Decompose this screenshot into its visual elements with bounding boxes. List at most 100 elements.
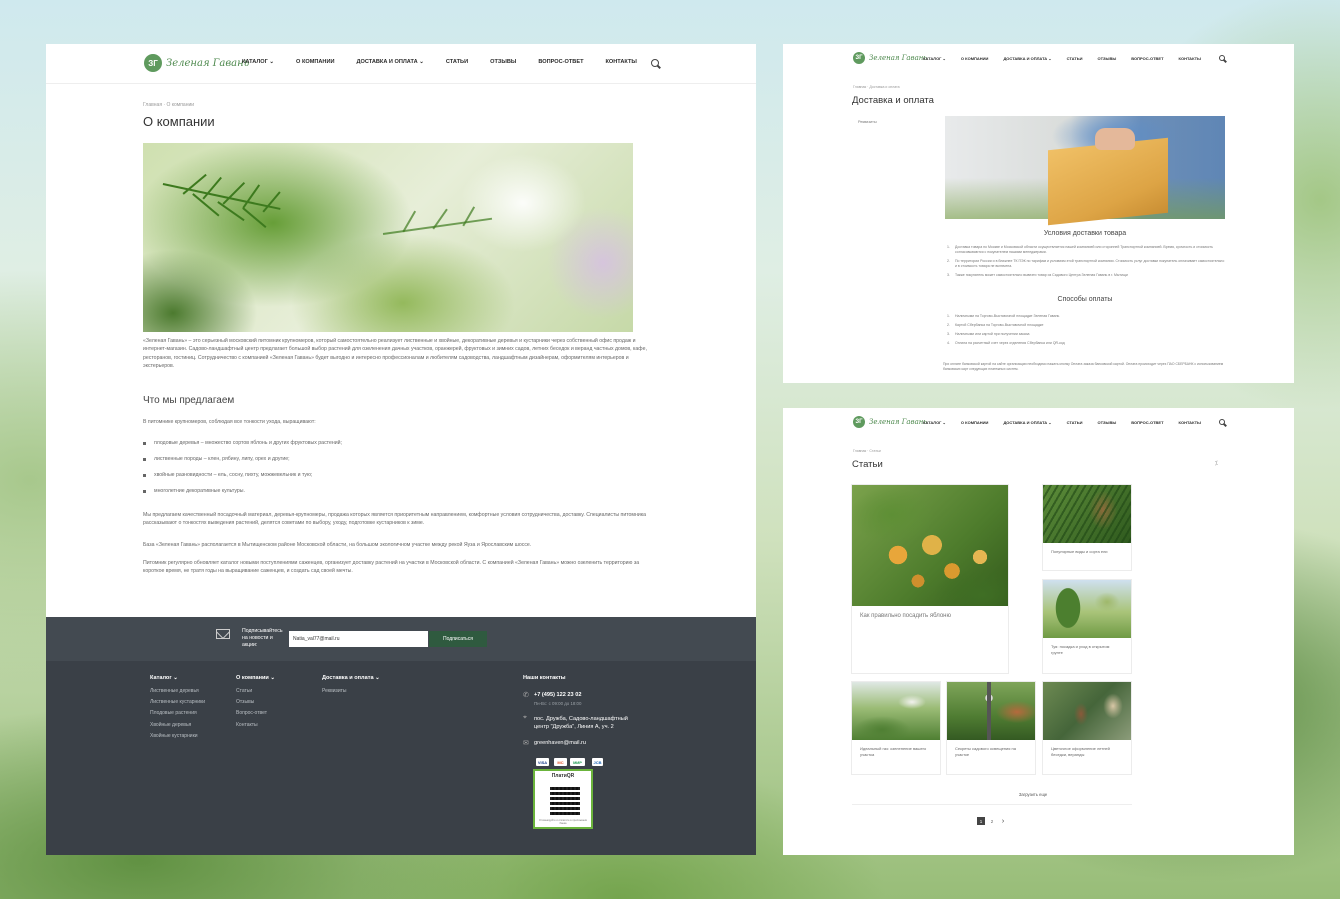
nav-catalog[interactable]: Каталог ⌄: [242, 59, 274, 65]
contact-phone[interactable]: +7 (495) 122 23 02: [534, 692, 581, 698]
nav-faq[interactable]: Вопрос-ответ: [1131, 420, 1163, 425]
hero-image-conifer: [143, 143, 633, 332]
site-footer: Каталог ⌄ Лиственные деревья Лиственные …: [46, 661, 756, 855]
pagination-page-2[interactable]: 2: [988, 817, 996, 825]
subscribe-email-input[interactable]: [289, 631, 428, 647]
article-image-lawn: [852, 682, 940, 740]
nav-faq[interactable]: Вопрос-ответ: [1131, 56, 1163, 61]
article-card[interactable]: Популярные виды и сорта ели: [1043, 485, 1131, 570]
logo-mark-icon: ЗГ: [853, 52, 865, 64]
breadcrumb[interactable]: Главная · Статьи: [853, 449, 881, 453]
footer-col-title[interactable]: О компании ⌄: [236, 675, 275, 681]
nav-reviews[interactable]: Отзывы: [1097, 56, 1116, 61]
nav-reviews[interactable]: Отзывы: [1097, 420, 1116, 425]
nav-about[interactable]: О компании: [961, 420, 989, 425]
contacts-title: Наши контакты: [523, 675, 566, 681]
article-image-gazebo: [1043, 682, 1131, 740]
rss-icon[interactable]: ⁒: [1215, 460, 1218, 467]
offer-lead: В питомнике крупномеров, соблюдая все то…: [143, 419, 316, 425]
search-icon[interactable]: [1219, 55, 1225, 61]
qr-code: ПлатиQR Отсканируйте и оплатите в прилож…: [533, 769, 593, 829]
footer-link[interactable]: Хвойные кустарники: [150, 733, 205, 744]
nav-about[interactable]: О компании: [961, 56, 989, 61]
subscribe-button[interactable]: Подписаться: [429, 631, 487, 647]
nav-about[interactable]: О компании: [296, 59, 334, 65]
footer-col-delivery: Доставка и оплата ⌄ Реквизиты: [322, 675, 380, 699]
qr-note: Отсканируйте и оплатите в приложении бан…: [538, 819, 588, 825]
payment-list: Наличными на Торгово-Выставочной площадк…: [945, 314, 1225, 350]
sidebar-item-requisites[interactable]: Реквизиты: [858, 120, 877, 124]
nav-catalog[interactable]: Каталог ⌄: [923, 420, 946, 425]
nav-faq[interactable]: Вопрос-ответ: [538, 59, 583, 65]
payment-note: При оплате банковской картой на сайте ор…: [943, 362, 1224, 371]
footer-link[interactable]: Отзывы: [236, 699, 275, 710]
footer-col-title[interactable]: Доставка и оплата ⌄: [322, 675, 380, 681]
footer-col-title[interactable]: Каталог ⌄: [150, 675, 205, 681]
nav-articles[interactable]: Статьи: [446, 59, 468, 65]
load-more-button[interactable]: Загрузить еще: [933, 792, 1133, 797]
footer-link[interactable]: Реквизиты: [322, 688, 380, 699]
nav-catalog[interactable]: Каталог ⌄: [923, 56, 946, 61]
search-icon[interactable]: [1219, 419, 1225, 425]
articles-page-panel: ЗГ Зеленая Гавань Каталог ⌄ О компании Д…: [783, 408, 1294, 855]
footer-link[interactable]: Плодовые растения: [150, 710, 205, 721]
nav-contacts[interactable]: Контакты: [1179, 56, 1201, 61]
subscribe-bar: Подписывайтесь на новости и акции: Подпи…: [46, 617, 756, 661]
list-item: По территории России и в ближнее ТК ПЭК …: [945, 259, 1225, 269]
footer-link[interactable]: Контакты: [236, 722, 275, 733]
nav-articles[interactable]: Статьи: [1067, 420, 1083, 425]
article-card[interactable]: Цветочное оформление летней беседки, вер…: [1043, 682, 1131, 774]
article-card[interactable]: Секреты садового освещения на участке: [947, 682, 1035, 774]
nav-contacts[interactable]: Контакты: [606, 59, 637, 65]
logo[interactable]: ЗГ Зеленая Гавань: [144, 54, 249, 72]
footer-link[interactable]: Статьи: [236, 688, 275, 699]
list-item: Также покупатель может самостоятельно вы…: [945, 273, 1225, 278]
list-item: хвойные разновидности – ель, сосну, пихт…: [143, 472, 342, 488]
site-header: ЗГ Зеленая Гавань Каталог ⌄ О компании Д…: [783, 408, 1294, 436]
pagination-page-1[interactable]: 1: [977, 817, 985, 825]
subscribe-label: Подписывайтесь на новости и акции:: [242, 628, 283, 648]
breadcrumb[interactable]: Главная · О компании: [143, 102, 194, 108]
nav-articles[interactable]: Статьи: [1067, 56, 1083, 61]
pagination-next-icon[interactable]: ›: [999, 817, 1007, 825]
nav-delivery[interactable]: Доставка и оплата ⌄: [1003, 56, 1051, 61]
breadcrumb[interactable]: Главная · Доставка и оплата: [853, 85, 900, 89]
article-title[interactable]: Секреты садового освещения на участке: [955, 746, 1025, 757]
about-page-panel: ЗГ Зеленая Гавань Каталог ⌄ О компании Д…: [46, 44, 756, 855]
qr-title: ПлатиQR: [551, 773, 575, 779]
site-header: ЗГ Зеленая Гавань Каталог ⌄ О компании Д…: [46, 44, 756, 84]
list-item: Оплата на расчетный счет через отделения…: [945, 341, 1225, 346]
article-card[interactable]: Как правильно посадить яблоню: [852, 485, 1008, 673]
logo-mark-icon: ЗГ: [853, 416, 865, 428]
nav-delivery[interactable]: Доставка и оплата ⌄: [1003, 420, 1051, 425]
article-title[interactable]: Туя: посадка и уход в открытом грунте: [1051, 644, 1121, 655]
nav-delivery[interactable]: Доставка и оплата ⌄: [357, 59, 424, 65]
jcb-icon: JCB: [592, 758, 603, 766]
footer-link[interactable]: Лиственные кустарники: [150, 699, 205, 710]
footer-link[interactable]: Хвойные деревья: [150, 722, 205, 733]
nav-reviews[interactable]: Отзывы: [490, 59, 516, 65]
article-title[interactable]: Как правильно посадить яблоню: [860, 613, 985, 620]
section-title-payment: Способы оплаты: [1057, 296, 1113, 303]
article-image-apples: [852, 485, 1008, 606]
article-title[interactable]: Цветочное оформление летней беседки, вер…: [1051, 746, 1121, 757]
article-card[interactable]: Идеальный газ: озеленение вашего участка: [852, 682, 940, 774]
footer-link[interactable]: Вопрос-ответ: [236, 710, 275, 721]
footer-link[interactable]: Лиственные деревья: [150, 688, 205, 699]
article-card[interactable]: Туя: посадка и уход в открытом грунте: [1043, 580, 1131, 673]
paragraph-3: База «Зеленая Гавань» располагается в Мы…: [143, 542, 532, 548]
search-icon[interactable]: [651, 59, 659, 67]
logo[interactable]: ЗГ Зеленая Гавань: [853, 52, 927, 64]
logo[interactable]: ЗГ Зеленая Гавань: [853, 416, 927, 428]
article-title[interactable]: Популярные виды и сорта ели: [1051, 549, 1121, 555]
section-title-offer: Что мы предлагаем: [143, 395, 235, 406]
visa-icon: VISA: [536, 758, 549, 766]
contact-email[interactable]: greenhaven@mail.ru: [534, 740, 586, 746]
envelope-icon: [216, 629, 230, 639]
list-item: Доставка товара по Москве и Московской о…: [945, 245, 1225, 255]
main-nav: Каталог ⌄ О компании Доставка и оплата ⌄…: [923, 56, 1216, 61]
page-title: О компании: [143, 114, 215, 129]
article-title[interactable]: Идеальный газ: озеленение вашего участка: [860, 746, 930, 757]
nav-contacts[interactable]: Контакты: [1179, 420, 1201, 425]
main-nav: Каталог ⌄ О компании Доставка и оплата ⌄…: [923, 420, 1216, 425]
